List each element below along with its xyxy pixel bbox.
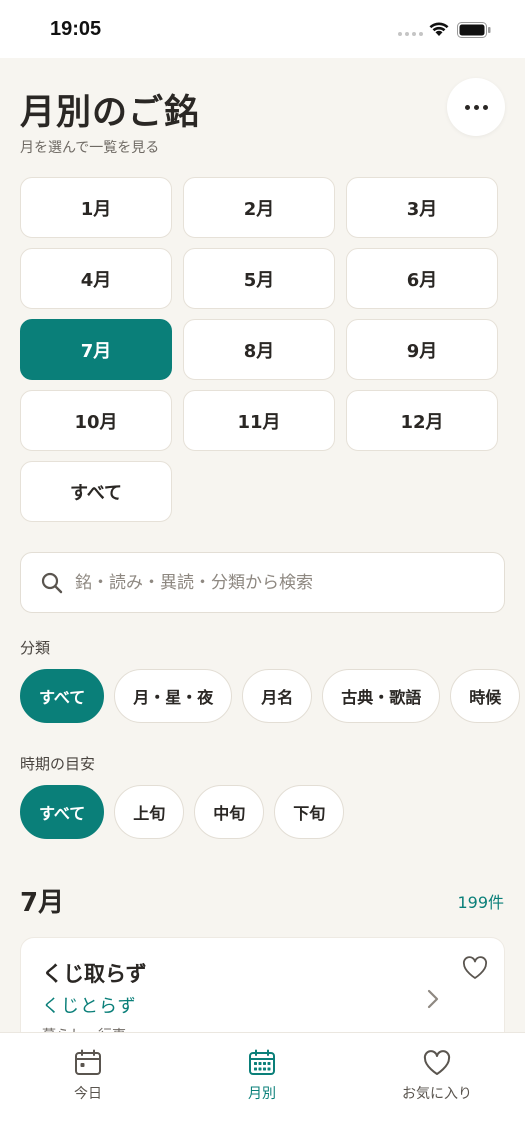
cellular-signal-icon — [398, 32, 423, 36]
month-button[interactable]: 10月 — [20, 390, 172, 451]
search-input[interactable] — [75, 572, 475, 593]
period-chip[interactable]: すべて — [20, 785, 105, 839]
tab-label: お気に入り — [402, 1086, 472, 1102]
more-button[interactable] — [447, 78, 505, 136]
wifi-icon — [429, 22, 449, 36]
month-grid: 1月 2月 3月 4月 5月 6月 7月 8月 9月 10月 11月 12月すべて — [20, 177, 498, 522]
favorite-heart-icon[interactable] — [462, 956, 488, 980]
month-button[interactable]: 12月 — [346, 390, 498, 451]
category-chip[interactable]: すべて — [20, 669, 105, 723]
category-chip[interactable]: 月・星・夜 — [114, 669, 233, 723]
tab-label: 今日 — [74, 1086, 102, 1102]
period-chip[interactable]: 下旬 — [274, 785, 345, 839]
category-filter-label: 分類 — [20, 639, 51, 657]
results-count: 199件 — [457, 893, 504, 912]
category-chip[interactable]: 古典・歌語 — [322, 669, 441, 723]
tab-monthly[interactable]: 月別 — [202, 1049, 322, 1103]
month-button[interactable]: 7月 — [20, 319, 172, 380]
category-chip[interactable]: 時候 — [450, 669, 521, 723]
page-subtitle: 月を選んで一覧を見る — [20, 140, 160, 156]
month-button[interactable]: 3月 — [346, 177, 498, 238]
month-button[interactable]: すべて — [20, 461, 172, 522]
tab-favorites[interactable]: お気に入り — [377, 1049, 497, 1103]
page-title: 月別のご銘 — [20, 93, 201, 133]
results-title: 7月 — [20, 888, 65, 918]
period-filter: すべて 上旬 中旬 下旬 — [20, 785, 345, 839]
tab-bar: 今日 月別 お気に入り — [0, 1032, 525, 1136]
month-button[interactable]: 8月 — [183, 319, 335, 380]
month-button[interactable]: 2月 — [183, 177, 335, 238]
month-button[interactable]: 1月 — [20, 177, 172, 238]
month-button[interactable]: 11月 — [183, 390, 335, 451]
status-bar: 19:05 — [0, 0, 525, 58]
battery-icon — [457, 22, 491, 38]
tab-label: 月別 — [248, 1086, 276, 1102]
status-time: 19:05 — [50, 18, 102, 40]
tab-today[interactable]: 今日 — [28, 1049, 148, 1103]
month-button[interactable]: 9月 — [346, 319, 498, 380]
chevron-right-icon — [427, 989, 439, 1009]
calendar-icon — [75, 1049, 101, 1075]
category-chip[interactable]: 月名 — [242, 669, 313, 723]
more-dots-icon — [464, 104, 470, 110]
period-chip[interactable]: 上旬 — [114, 785, 185, 839]
item-reading: くじとらず — [42, 996, 137, 1017]
month-button[interactable]: 5月 — [183, 248, 335, 309]
month-button[interactable]: 4月 — [20, 248, 172, 309]
search-icon — [41, 572, 63, 594]
month-button[interactable]: 6月 — [346, 248, 498, 309]
item-title: くじ取らず — [42, 962, 147, 986]
period-chip[interactable]: 中旬 — [194, 785, 265, 839]
calendar-grid-icon — [249, 1049, 275, 1075]
search-box[interactable] — [20, 552, 505, 613]
heart-icon — [423, 1050, 451, 1075]
category-filter: すべて 月・星・夜 月名 古典・歌語 時候 — [20, 669, 521, 723]
period-filter-label: 時期の目安 — [20, 755, 96, 773]
